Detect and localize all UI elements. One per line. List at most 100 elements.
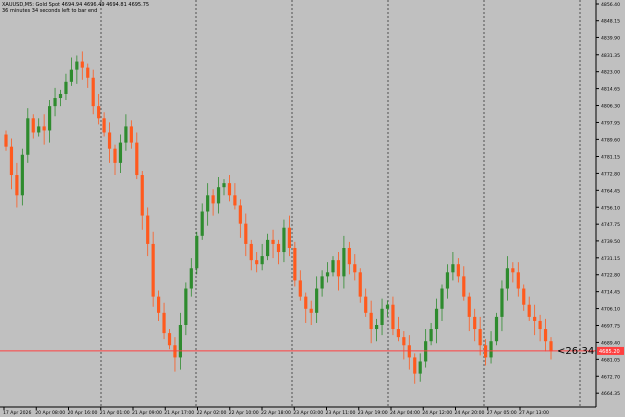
- candle-body: [42, 126, 46, 131]
- candle-body: [516, 272, 520, 289]
- candle-body: [140, 175, 144, 216]
- candle-body: [331, 260, 335, 273]
- candle-body: [456, 264, 460, 277]
- candle-body: [238, 205, 242, 224]
- candle-body: [48, 106, 52, 131]
- price-tick-label: 4756.10: [601, 205, 620, 211]
- time-tick-label: 23 Apr 19:00: [358, 410, 388, 416]
- time-tick-label: 21 Apr 09:00: [132, 410, 162, 416]
- candle-body: [266, 239, 270, 257]
- candle-body: [206, 195, 210, 212]
- candle-body: [151, 243, 155, 297]
- candle-body: [451, 264, 455, 273]
- price-tick-label: 4706.10: [601, 307, 620, 313]
- candle-body: [385, 304, 390, 309]
- candle-body: [375, 324, 379, 330]
- candle-body: [4, 134, 8, 147]
- candle-body: [293, 247, 297, 281]
- candle-body: [86, 67, 90, 78]
- time-tick-label: 24 Apr 20:00: [455, 410, 485, 416]
- price-tick-label: 4697.75: [601, 324, 620, 330]
- candle-body: [178, 324, 182, 358]
- time-tick-label: 24 Apr 04:00: [390, 410, 420, 416]
- candle-body: [75, 61, 79, 70]
- price-tick-label: 4797.95: [601, 120, 620, 126]
- candle-body: [440, 288, 444, 309]
- candle-body: [505, 268, 509, 289]
- price-tick-label: 4722.80: [601, 273, 620, 279]
- current-price-label: 4685.20: [599, 349, 620, 355]
- candle-body: [478, 329, 482, 346]
- candle-body: [543, 329, 548, 342]
- candle-body: [135, 142, 139, 176]
- price-tick-label: 4806.30: [601, 104, 620, 110]
- candle-body: [211, 195, 215, 204]
- candle-body: [489, 341, 493, 358]
- price-tick-label: 4747.75: [601, 222, 620, 228]
- candle-body: [369, 312, 373, 330]
- candle-body: [494, 316, 499, 342]
- candle-body: [102, 118, 106, 133]
- candle-body: [20, 154, 24, 196]
- candle-body: [113, 148, 117, 163]
- candle-body: [255, 260, 259, 265]
- time-tick-label: 17 Apr 2026: [3, 410, 31, 416]
- candle-body: [298, 280, 302, 297]
- candle-body: [418, 361, 422, 374]
- candle-body: [244, 223, 248, 244]
- price-tick-label: 4789.60: [601, 137, 620, 143]
- candle-body: [380, 308, 384, 325]
- time-tick-label: 22 Apr 02:00: [197, 410, 227, 416]
- price-tick-label: 4731.15: [601, 256, 620, 262]
- candle-body: [233, 195, 237, 206]
- candle-body: [162, 312, 166, 334]
- candle-body: [200, 211, 204, 236]
- time-tick-label: 27 Apr 13:00: [519, 410, 549, 416]
- candle-body: [227, 183, 232, 196]
- candle-body: [31, 118, 35, 133]
- candle-body: [184, 288, 188, 325]
- candle-body: [26, 118, 30, 155]
- candle-body: [325, 272, 330, 277]
- candle-body: [282, 227, 286, 253]
- price-tick-label: 4848.15: [601, 19, 620, 25]
- time-tick-label: 22 Apr 10:00: [229, 410, 259, 416]
- candle-body: [467, 296, 471, 317]
- candle-body: [107, 132, 112, 149]
- price-tick-label: 4856.40: [601, 2, 620, 8]
- time-tick-label: 22 Apr 18:00: [261, 410, 291, 416]
- price-tick-label: 4672.70: [601, 374, 620, 380]
- price-tick-label: 4739.50: [601, 239, 620, 245]
- candle-body: [118, 142, 123, 163]
- candle-body: [396, 329, 400, 338]
- time-tick-label: 20 Apr 08:00: [35, 410, 65, 416]
- price-tick-label: 4814.65: [601, 87, 620, 93]
- candle-body: [97, 106, 101, 119]
- time-tick-label: 21 Apr 01:00: [100, 410, 130, 416]
- plot-area[interactable]: [0, 0, 596, 407]
- candle-body: [429, 329, 433, 342]
- candle-body: [64, 81, 68, 94]
- candle-body: [189, 268, 193, 289]
- candle-body: [157, 296, 161, 313]
- price-tick-label: 4689.40: [601, 340, 620, 346]
- time-tick-label: 20 Apr 16:00: [68, 410, 98, 416]
- candle-body: [522, 288, 526, 305]
- candle-body: [533, 316, 537, 321]
- candle-body: [364, 296, 368, 313]
- time-tick-label: 21 Apr 17:00: [164, 410, 194, 416]
- price-tick-label: 4781.15: [601, 154, 620, 160]
- price-tick-label: 4764.45: [601, 188, 620, 194]
- candle-body: [342, 247, 346, 277]
- candle-body: [271, 239, 275, 244]
- trading-chart-window[interactable]: 4856.40 4848.15 4839.90 4831.35 4823.00 4814.…: [0, 0, 625, 417]
- candle-body: [336, 260, 341, 277]
- candle-body: [58, 93, 63, 99]
- candlestick-chart[interactable]: 4856.40 4848.15 4839.90 4831.35 4823.00 4814.…: [0, 0, 625, 417]
- time-tick-label: 24 Apr 12:00: [422, 410, 452, 416]
- candle-body: [315, 288, 319, 313]
- candle-body: [124, 126, 128, 143]
- candle-body: [413, 357, 417, 374]
- candle-body: [511, 268, 515, 273]
- candle-body: [195, 235, 199, 269]
